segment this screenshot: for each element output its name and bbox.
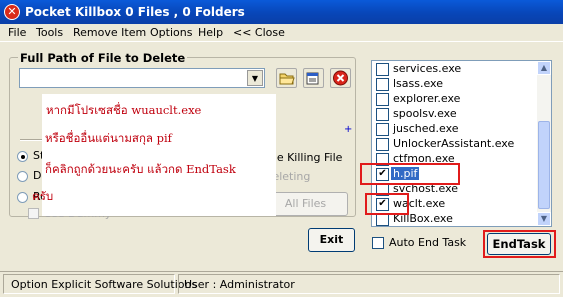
process-checkbox[interactable]	[376, 93, 389, 106]
menu-bar: File Tools Remove Item Options Help << C…	[0, 24, 563, 42]
radio-option-3[interactable]	[17, 192, 28, 203]
title-bar: ✕ Pocket Killbox 0 Files , 0 Folders	[0, 0, 563, 24]
auto-end-task-label: Auto End Task	[389, 236, 467, 249]
scroll-down-icon[interactable]: ▼	[537, 212, 551, 226]
note-line: ครับ	[32, 189, 54, 203]
note-line: ก็คลิกถูกด้วยนะครับ แล้วกด EndTask	[45, 162, 236, 176]
menu-remove-item[interactable]: Remove Item	[73, 26, 146, 39]
menu-tools[interactable]: Tools	[36, 26, 63, 39]
menu-options[interactable]: Options	[150, 26, 192, 39]
properties-icon	[306, 72, 319, 85]
status-user: User : Administrator	[178, 274, 560, 294]
delete-icon	[333, 70, 348, 86]
process-name: explorer.exe	[393, 92, 461, 105]
group-title: Full Path of File to Delete	[18, 51, 188, 65]
properties-button[interactable]	[303, 68, 324, 88]
process-checkbox[interactable]	[376, 138, 389, 151]
highlight-box	[365, 193, 409, 215]
note-line: หรือชื่ออื่นแต่นามสกุล pif	[45, 131, 172, 145]
folder-icon	[279, 73, 295, 85]
process-checkbox[interactable]	[376, 78, 389, 91]
radio-option-2[interactable]	[17, 171, 28, 182]
process-name: services.exe	[393, 62, 462, 75]
process-row[interactable]: UnlockerAssistant.exe	[374, 136, 538, 151]
process-name: jusched.exe	[393, 122, 459, 135]
auto-end-task-checkbox[interactable]	[372, 237, 384, 249]
menu-help[interactable]: Help	[198, 26, 223, 39]
process-row[interactable]: lsass.exe	[374, 76, 538, 91]
use-dummy-checkbox[interactable]	[28, 208, 39, 219]
process-name: spoolsv.exe	[393, 107, 457, 120]
radio-option-1[interactable]	[17, 151, 28, 162]
process-row[interactable]: jusched.exe	[374, 121, 538, 136]
menu-file[interactable]: File	[8, 26, 26, 39]
file-path-input[interactable]: ▼	[19, 68, 265, 88]
scroll-up-icon[interactable]: ▲	[537, 61, 551, 75]
close-icon[interactable]: ✕	[4, 4, 20, 20]
menu-close[interactable]: << Close	[233, 26, 285, 39]
process-name: lsass.exe	[393, 77, 443, 90]
expand-plus[interactable]: +	[344, 124, 352, 135]
browse-folder-button[interactable]	[276, 68, 297, 88]
highlight-box	[360, 163, 460, 185]
note-line: หากมีโปรเซสชื่อ wuauclt.exe	[46, 103, 202, 117]
chevron-down-icon[interactable]: ▼	[247, 70, 263, 86]
process-name: UnlockerAssistant.exe	[393, 137, 515, 150]
status-company: Option Explicit Software Solutions	[3, 274, 197, 294]
process-row[interactable]: services.exe	[374, 61, 538, 76]
process-row[interactable]: explorer.exe	[374, 91, 538, 106]
window-title: Pocket Killbox 0 Files , 0 Folders	[25, 5, 245, 19]
process-checkbox[interactable]	[376, 108, 389, 121]
scroll-thumb[interactable]	[538, 121, 550, 209]
process-row[interactable]: spoolsv.exe	[374, 106, 538, 121]
process-checkbox[interactable]	[376, 123, 389, 136]
process-checkbox[interactable]	[376, 63, 389, 76]
delete-button[interactable]	[330, 68, 351, 88]
exit-button[interactable]: Exit	[308, 228, 355, 252]
highlight-box	[483, 230, 556, 258]
process-list-scrollbar[interactable]: ▲ ▼	[537, 61, 551, 226]
